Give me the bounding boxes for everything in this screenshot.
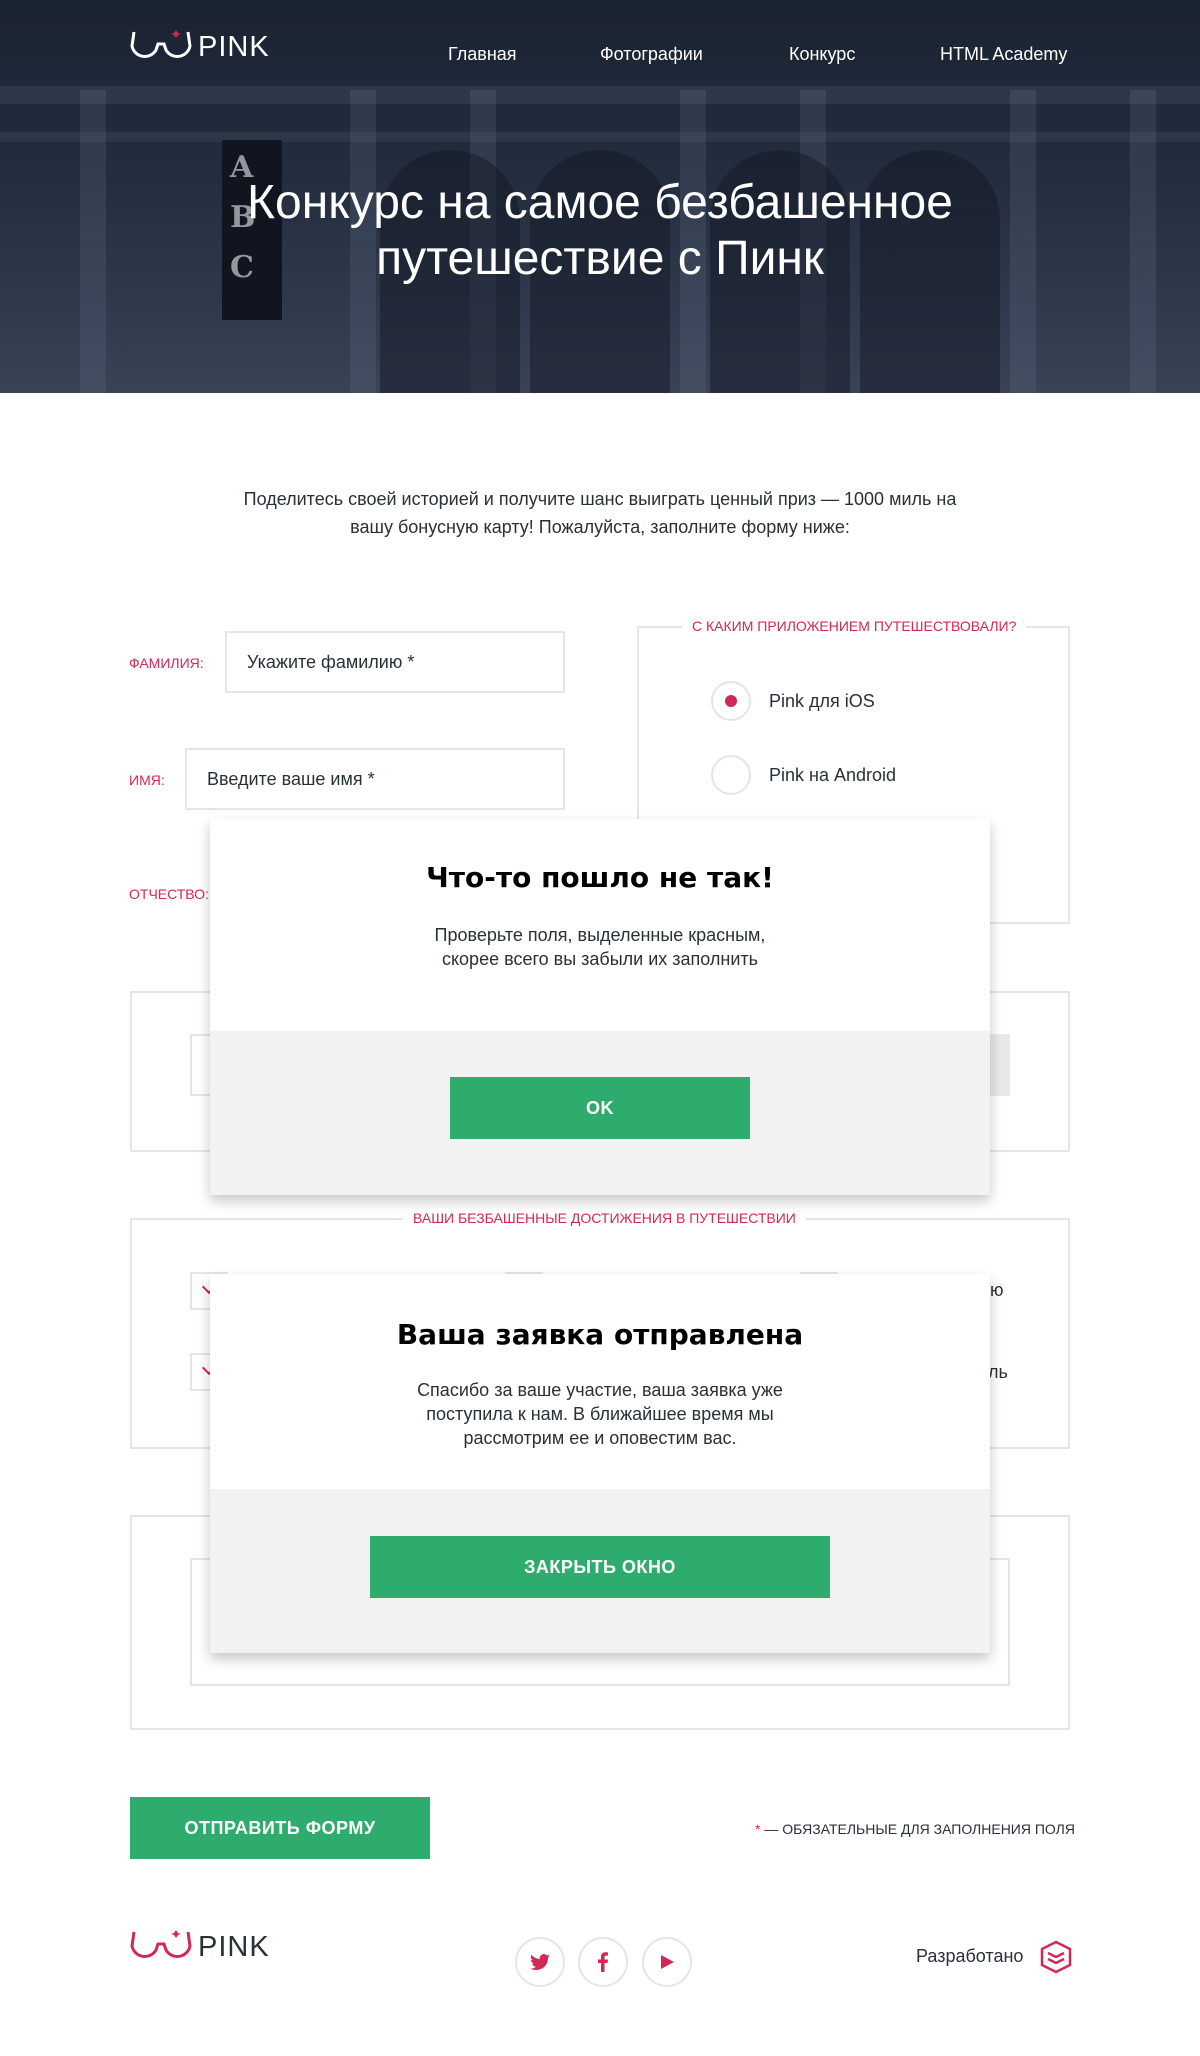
twitter-link[interactable] [515,1937,565,1987]
success-modal-text-line: поступила к нам. В ближайшее время мы [426,1404,774,1424]
error-modal-footer: OK [210,1031,990,1195]
required-star: * [755,1821,761,1837]
name-label: Имя: [129,772,165,788]
youtube-link[interactable] [642,1937,692,1987]
twitter-icon [530,1954,550,1970]
radio-ios-label: Pink для iOS [769,690,875,711]
facebook-link[interactable] [578,1937,628,1987]
nav-item-home[interactable]: Главная [448,44,517,65]
surname-placeholder: Укажите фамилию * [247,651,415,672]
achievements-legend: Ваши безбашенные достижения в путешестви… [403,1210,806,1226]
glasses-logo-icon [130,1930,192,1958]
achievement-label: ю [990,1280,1004,1300]
facebook-icon [598,1952,608,1972]
page-title: Конкурс на самое безбашенное путешествие… [150,175,1050,287]
radio-ios[interactable]: Pink для iOS [711,681,875,721]
close-modal-button[interactable]: Закрыть окно [370,1536,830,1598]
logo-text: PINK [198,30,270,63]
error-modal: Что-то пошло не так! Проверьте поля, выд… [210,819,990,1195]
nav-item-contest[interactable]: Конкурс [789,44,855,65]
logo-text: PINK [198,1930,270,1963]
header-logo[interactable]: PINK [130,28,270,66]
nav-item-photos[interactable]: Фотографии [600,44,703,65]
surname-label: Фамилия: [129,655,204,671]
required-note: * — обязательные для заполнения поля [755,1821,1075,1837]
page-title-line: Конкурс на самое безбашенное [247,176,953,229]
glasses-logo-icon [130,30,192,58]
radio-android-control[interactable] [711,755,751,795]
ok-button[interactable]: OK [450,1077,750,1139]
developed-by-label: Разработано [916,1946,1024,1966]
name-placeholder: Введите ваше имя * [207,768,375,789]
app-fieldset-legend: С каким приложением путешествовали? [682,618,1027,634]
achievement-label: ль [988,1362,1008,1382]
success-modal-title: Ваша заявка отправлена [396,1318,804,1351]
success-modal-footer: Закрыть окно [210,1489,990,1653]
surname-input[interactable]: Укажите фамилию * [225,631,565,693]
success-modal: Ваша заявка отправлена Спасибо за ваше у… [210,1274,990,1653]
intro-text: Поделитесь своей историей и получите шан… [200,485,1000,541]
name-input[interactable]: Введите ваше имя * [185,748,565,810]
required-note-text: — обязательные для заполнения поля [764,1821,1075,1837]
error-modal-text: Проверьте поля, выделенные красным, скор… [210,923,990,971]
nav-item-html-academy[interactable]: HTML Academy [940,44,1067,65]
intro-line: Поделитесь своей историей и получите шан… [243,489,957,509]
page-title-line: путешествие с Пинк [376,232,824,285]
patronymic-label: Отчество: [129,886,209,902]
submit-form-button[interactable]: Отправить форму [130,1797,430,1859]
error-modal-text-line: Проверьте поля, выделенные красным, [434,925,766,945]
success-modal-text: Спасибо за ваше участие, ваша заявка уже… [210,1378,990,1450]
error-modal-text-line: скорее всего вы забыли их заполнить [441,949,759,969]
success-modal-text-line: рассмотрим ее и оповестим вас. [463,1428,737,1448]
radio-ios-control[interactable] [711,681,751,721]
success-modal-text-line: Спасибо за ваше участие, ваша заявка уже [417,1380,783,1400]
footer-logo[interactable]: PINK [130,1928,270,1966]
error-modal-title: Что-то пошло не так! [426,861,774,894]
htmlacademy-logo-icon [1040,1940,1072,1974]
youtube-icon [661,1955,674,1969]
htmlacademy-link[interactable] [1040,1940,1072,1978]
intro-line: вашу бонусную карту! Пожалуйста, заполни… [350,517,850,537]
radio-android[interactable]: Pink на Android [711,755,896,795]
radio-android-label: Pink на Android [769,764,897,785]
